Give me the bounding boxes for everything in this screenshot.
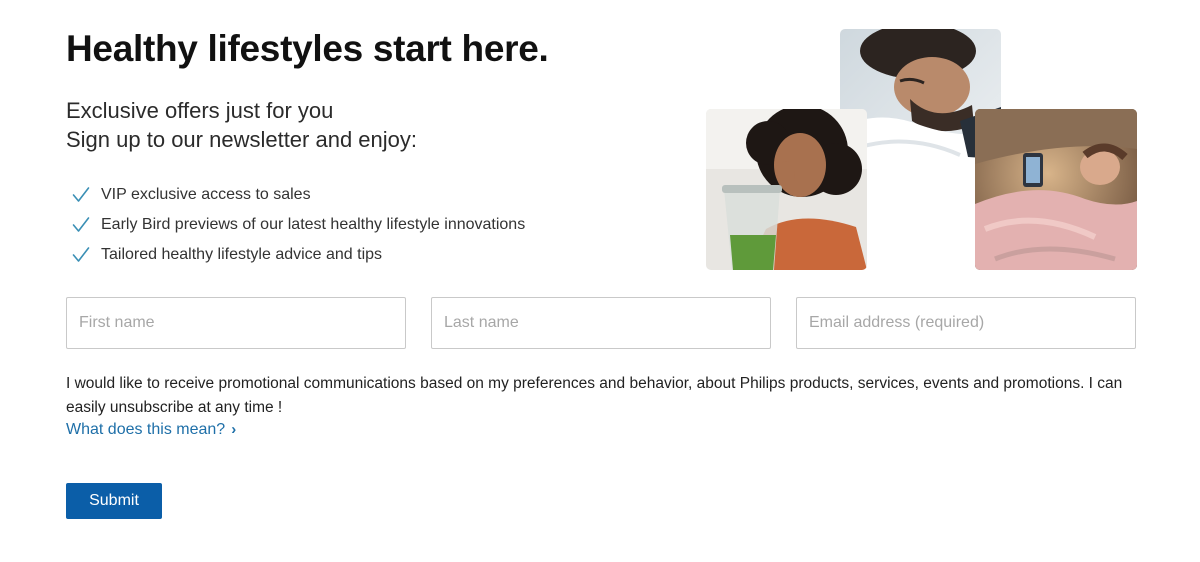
benefit-item: Early Bird previews of our latest health…	[72, 210, 525, 240]
benefit-label: Tailored healthy lifestyle advice and ti…	[101, 246, 383, 263]
more-link-label: What does this mean?	[66, 421, 226, 438]
bedroom-phone-photo	[975, 109, 1137, 270]
first-name-input[interactable]	[66, 297, 406, 349]
benefit-item: Tailored healthy lifestyle advice and ti…	[72, 240, 525, 270]
offer-subtitle: Exclusive offers just for you	[66, 98, 334, 123]
email-input[interactable]	[796, 297, 1136, 349]
checkmark-icon	[72, 247, 90, 262]
checkmark-icon	[72, 217, 90, 232]
benefit-label: Early Bird previews of our latest health…	[101, 216, 526, 233]
benefit-item: VIP exclusive access to sales	[72, 180, 525, 210]
consent-text: I would like to receive promotional comm…	[66, 375, 1123, 416]
benefit-label: VIP exclusive access to sales	[101, 186, 311, 203]
smoothie-woman-photo	[706, 109, 867, 270]
newsletter-signup-page: Healthy lifestyles start here. Exclusive…	[0, 0, 1200, 562]
last-name-input[interactable]	[431, 297, 771, 349]
chevron-right-icon: ›	[231, 421, 237, 438]
submit-button[interactable]: Submit	[66, 483, 162, 519]
benefits-list: VIP exclusive access to sales Early Bird…	[72, 180, 525, 270]
what-does-this-mean-link[interactable]: What does this mean? ›	[66, 421, 236, 439]
page-title: Healthy lifestyles start here.	[66, 28, 549, 69]
checkmark-icon	[72, 187, 90, 202]
signup-subtitle: Sign up to our newsletter and enjoy:	[66, 127, 418, 152]
